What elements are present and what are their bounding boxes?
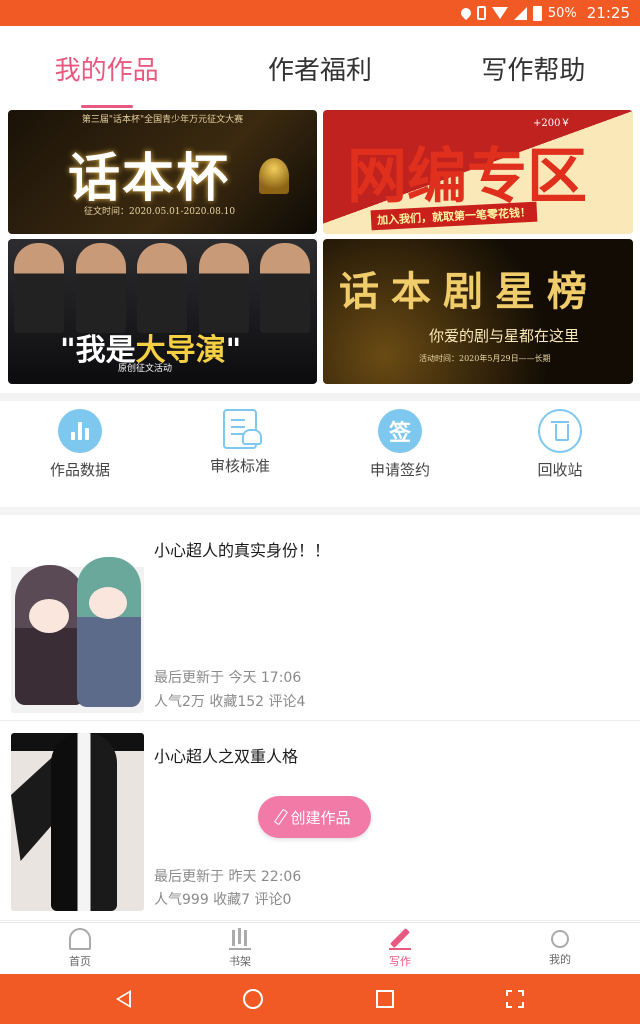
work-stats: 人气2万 收藏152 评论4 [154,694,306,710]
banner-drama-stars-subtitle: 你爱的剧与星都在这里 [429,327,580,345]
character-figure [51,733,117,911]
banner-director-people [14,243,310,335]
person-photo [260,243,310,333]
status-time: 21:25 [586,4,630,22]
person-photo [137,243,187,333]
system-nav-bar [0,974,640,1024]
signal-icon [513,6,527,20]
banner-editor-zone[interactable]: +200￥ 网编专区 加入我们，就取第一笔零花钱！ [323,110,633,234]
nav-write[interactable]: 写作 [320,923,480,974]
banner-editor-zone-title: 网编专区 [347,142,587,212]
bar-chart-icon [58,409,102,453]
review-doc-icon [223,409,262,449]
pencil-icon [274,808,289,826]
banner-drama-stars-date: 活动时间：2020年5月29日——长期 [419,354,551,363]
trash-icon [538,409,582,453]
battery-icon [532,5,542,21]
list-item[interactable]: 小心超人的真实身份！！ 最后更新于 今天 17:06 人气2万 收藏152 评论… [0,515,640,721]
work-updated: 最后更新于 今天 17:06 [154,670,302,686]
anime-character-figure [77,557,141,707]
person-photo [198,243,249,333]
shortcut-label: 作品数据 [49,461,110,479]
work-stats: 人气999 收藏7 评论0 [154,892,292,908]
shortcut-apply-contract[interactable]: 签 申请签约 [320,399,480,507]
banner-drama-stars[interactable]: 话本剧星榜 你爱的剧与星都在这里 活动时间：2020年5月29日——长期 [323,239,633,384]
tab-writing-help[interactable]: 写作帮助 [427,26,640,110]
work-title: 小心超人之双重人格 [154,747,299,766]
location-icon [458,5,473,21]
work-cover [11,733,144,911]
work-cover [11,535,144,713]
tab-my-works[interactable]: 我的作品 [0,26,213,110]
sign-icon: 签 [378,409,422,453]
nav-label: 书架 [229,955,251,968]
shortcut-review-standard[interactable]: 审核标准 [160,399,320,507]
create-work-button[interactable]: 创建作品 [258,796,371,838]
back-icon[interactable] [116,990,132,1008]
battery-percent: 50% [547,5,577,21]
banner-huaben-cup[interactable]: 第三届"话本杯"全国青少年万元征文大赛 话本杯 征文时间：2020.05.01-… [8,110,317,234]
banner-editor-zone-tag: +200￥ [533,118,571,129]
bookshelf-icon [229,928,251,950]
person-photo [14,243,64,333]
vibrate-icon [476,6,486,20]
divider [0,507,640,515]
nav-bookshelf[interactable]: 书架 [160,923,320,974]
top-tab-bar: 我的作品 作者福利 写作帮助 [0,26,640,110]
trophy-icon [259,158,289,194]
work-title: 小心超人的真实身份！！ [154,541,331,560]
banner-director-title-suffix: " [225,333,242,368]
banner-director[interactable]: "我是大导演" 原创征文活动 [8,239,317,384]
nav-label: 首页 [69,955,91,968]
shortcut-row: 作品数据 审核标准 签 申请签约 回收站 [0,399,640,507]
nav-label: 写作 [389,955,411,968]
shortcut-label: 审核标准 [209,457,270,475]
banner-director-subtitle: 原创征文活动 [118,364,173,374]
recent-apps-icon[interactable] [375,990,394,1008]
shortcut-label: 回收站 [537,461,583,479]
wifi-icon [491,7,508,19]
nav-home[interactable]: 首页 [0,923,160,974]
tab-author-benefits[interactable]: 作者福利 [213,26,426,110]
shortcut-recycle-bin[interactable]: 回收站 [480,399,640,507]
banner-drama-stars-title: 话本剧星榜 [339,268,599,315]
work-updated: 最后更新于 昨天 22:06 [154,869,302,885]
write-icon [389,928,411,950]
banner-huaben-cup-top-text: 第三届"话本杯"全国青少年万元征文大赛 [81,115,244,125]
person-photo [75,243,126,333]
nav-label: 我的 [549,953,571,966]
screenshot-icon[interactable] [505,990,524,1008]
banner-huaben-cup-date: 征文时间：2020.05.01-2020.08.10 [84,207,236,217]
profile-icon [551,930,569,948]
anime-character-figure [15,565,85,705]
status-bar: 50% 21:25 [0,0,640,26]
home-circle-icon[interactable] [243,989,264,1009]
banner-huaben-cup-title: 话本杯 [68,148,231,209]
works-list: 小心超人的真实身份！！ 最后更新于 今天 17:06 人气2万 收藏152 评论… [0,515,640,921]
create-work-label: 创建作品 [290,808,351,827]
banner-grid: 第三届"话本杯"全国青少年万元征文大赛 话本杯 征文时间：2020.05.01-… [0,110,640,390]
bottom-nav: 首页 书架 写作 我的 [0,922,640,974]
nav-profile[interactable]: 我的 [480,923,640,974]
shortcut-work-data[interactable]: 作品数据 [0,399,160,507]
home-icon [69,928,91,950]
shortcut-label: 申请签约 [369,461,430,479]
